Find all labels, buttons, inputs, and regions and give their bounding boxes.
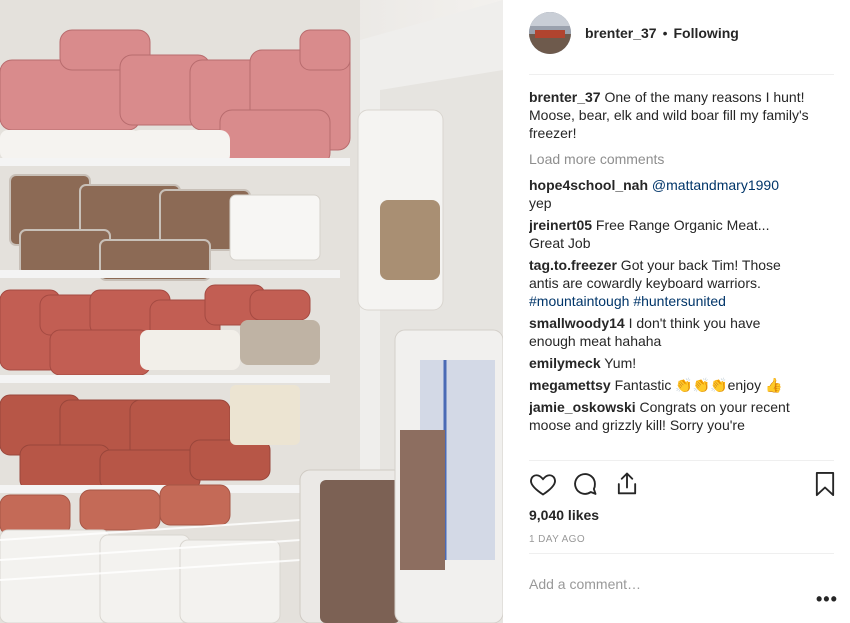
comment-username[interactable]: emilymeck bbox=[529, 355, 601, 371]
comment-username[interactable]: smallwoody14 bbox=[529, 315, 625, 331]
comment-username[interactable]: tag.to.freezer bbox=[529, 257, 617, 273]
comment-mention[interactable]: @mattandmary1990 bbox=[652, 177, 779, 193]
share-icon[interactable] bbox=[613, 470, 641, 498]
header-username[interactable]: brenter_37 bbox=[585, 25, 657, 41]
header-divider bbox=[529, 74, 834, 75]
comment-username[interactable]: megamettsy bbox=[529, 377, 611, 393]
likes-count[interactable]: 9,040 likes bbox=[529, 507, 599, 523]
post-caption: brenter_37 One of the many reasons I hun… bbox=[529, 88, 819, 142]
post-timestamp[interactable]: 1 DAY AGO bbox=[529, 534, 585, 545]
comment-item: hope4school_nah @mattandmary1990 yep bbox=[529, 176, 819, 212]
more-options-icon[interactable]: ••• bbox=[816, 590, 838, 608]
post-photo[interactable] bbox=[0, 0, 503, 623]
add-comment-input[interactable] bbox=[529, 574, 809, 594]
comment-text: Fantastic bbox=[610, 377, 676, 393]
header-separator: • bbox=[662, 25, 668, 41]
comment-text: yep bbox=[529, 195, 552, 211]
avatar[interactable] bbox=[529, 12, 571, 54]
post-details-panel: brenter_37 • Following brenter_37 One of… bbox=[503, 0, 850, 623]
comment-username[interactable]: hope4school_nah bbox=[529, 177, 648, 193]
post-actions-bar bbox=[529, 470, 836, 500]
comment-hashtag[interactable]: #huntersunited bbox=[633, 293, 726, 309]
add-comment-divider bbox=[529, 553, 834, 554]
comments-list[interactable]: brenter_37 One of the many reasons I hun… bbox=[529, 88, 819, 456]
comment-icon[interactable] bbox=[571, 470, 599, 498]
comment-item: tag.to.freezer Got your back Tim! Those … bbox=[529, 256, 819, 310]
post-header: brenter_37 • Following bbox=[529, 12, 834, 54]
following-button[interactable]: Following bbox=[674, 25, 739, 41]
comment-hashtag[interactable]: #mountaintough bbox=[529, 293, 629, 309]
comment-item: jreinert05 Free Range Organic Meat... Gr… bbox=[529, 216, 819, 252]
bookmark-icon[interactable] bbox=[811, 470, 839, 498]
comment-item: emilymeck Yum! bbox=[529, 354, 819, 372]
heart-icon[interactable] bbox=[529, 470, 557, 498]
comment-item: megamettsy Fantastic 👏👏👏enjoy 👍 bbox=[529, 376, 819, 394]
clapping-hands-icon: 👏👏👏 bbox=[675, 377, 728, 393]
freezer-photo bbox=[0, 0, 503, 623]
comment-username[interactable]: jamie_oskowski bbox=[529, 399, 636, 415]
comment-text: Yum! bbox=[600, 355, 637, 371]
load-more-comments-button[interactable]: Load more comments bbox=[529, 150, 819, 168]
comments-divider bbox=[529, 460, 834, 461]
caption-username[interactable]: brenter_37 bbox=[529, 89, 601, 105]
comment-text: enjoy bbox=[727, 377, 765, 393]
comment-username[interactable]: jreinert05 bbox=[529, 217, 592, 233]
avatar-image bbox=[529, 12, 571, 54]
comment-item: jamie_oskowski Congrats on your recent m… bbox=[529, 398, 819, 434]
comment-item: smallwoody14 I don't think you have enou… bbox=[529, 314, 819, 350]
thumbs-up-icon: 👍 bbox=[764, 377, 783, 393]
